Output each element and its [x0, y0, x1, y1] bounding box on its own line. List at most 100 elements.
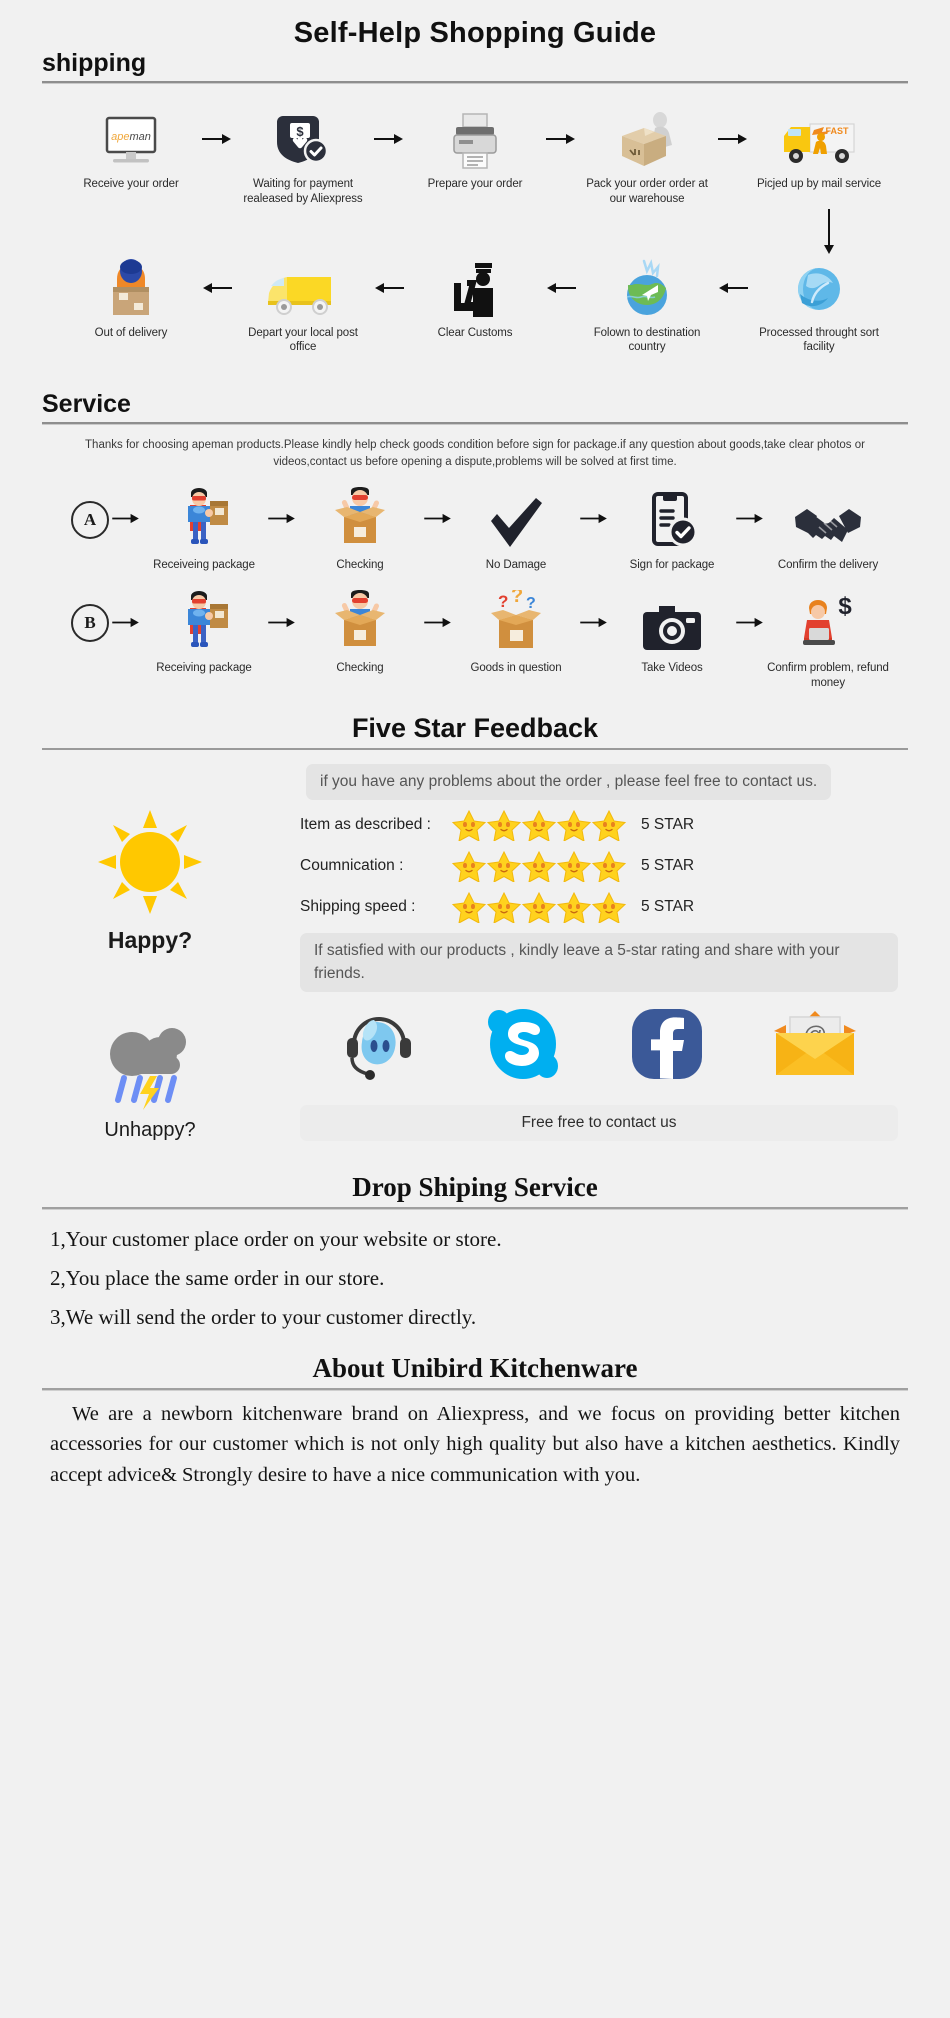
arrow-left-icon	[544, 257, 578, 319]
contact-icon-row: @	[300, 1006, 898, 1087]
arrow-right-icon	[421, 487, 455, 551]
service-step: $ Confirm problem, refund money	[767, 590, 889, 690]
hero-holding-package-icon	[174, 590, 234, 654]
row-badge-b: B	[71, 604, 109, 643]
rating-row: Shipping speed : 5 STAR	[300, 891, 898, 924]
shipping-heading: shipping	[42, 49, 147, 77]
arrow-left-icon	[372, 257, 406, 319]
courier-carrying-box-icon	[103, 257, 159, 319]
service-step: Sign for package	[611, 487, 733, 573]
step-label: Out of delivery	[94, 326, 168, 339]
service-step: Receiveing package	[143, 487, 265, 573]
step-label: Confirm problem, refund money	[767, 662, 889, 690]
shipping-step: Folown to destination country	[578, 257, 716, 355]
svg-text:$: $	[296, 124, 304, 139]
step-label: Folown to destination country	[593, 326, 701, 354]
dropshipping-section: Drop Shiping Service 1,Your customer pla…	[0, 1142, 950, 1337]
arrow-right-icon	[716, 108, 750, 170]
rating-label: Item as described :	[300, 816, 431, 834]
blue-globe-sort-icon	[790, 257, 848, 319]
step-label: Picjed up by mail service	[756, 178, 882, 191]
support-headset-chat-icon[interactable]	[340, 1006, 418, 1087]
satisfied-bubble: If satisfied with our products , kindly …	[300, 933, 898, 993]
shipping-step: FAST Picjed up by mail service	[750, 108, 888, 192]
step-label: Receive your order	[83, 178, 179, 191]
refund-person-dollar-icon: $	[795, 590, 861, 654]
shipping-step: $ Waiting for payment realeased by Aliex…	[234, 108, 372, 206]
step-label: Clear Customs	[437, 326, 513, 339]
step-label: Receiveing package	[153, 558, 255, 571]
hero-opening-box-icon	[330, 486, 390, 551]
arrow-right-icon	[109, 487, 143, 551]
shipping-step: Processed throught sort facility	[750, 257, 888, 355]
svg-text:$: $	[838, 594, 852, 620]
shipping-step: Clear Customs	[406, 257, 544, 341]
about-body: We are a newborn kitchenware brand on Al…	[50, 1403, 900, 1486]
contact-column: @ Free free to contact us	[300, 1006, 950, 1142]
happy-column: Happy?	[0, 764, 300, 992]
feedback-heading: Five Star Feedback	[351, 712, 599, 743]
unhappy-label: Unhappy?	[104, 1119, 196, 1142]
service-flow-row-b: B Receiving package Checking ? ? ? Goods…	[0, 572, 950, 690]
sun-icon	[96, 808, 204, 921]
service-step: Confirm the delivery	[767, 487, 889, 573]
step-label: Receiving package	[156, 662, 252, 675]
handshake-icon	[793, 487, 863, 551]
skype-icon[interactable]	[485, 1006, 561, 1087]
shipping-flow-row-2: Out of delivery Depart your local post o…	[0, 255, 950, 355]
service-step: Checking	[299, 486, 421, 573]
step-label: Sign for package	[629, 558, 715, 571]
contact-bubble-top: if you have any problems about the order…	[306, 763, 832, 801]
feedback-section-header: Five Star Feedback	[0, 691, 950, 750]
truck-fast-text: FAST	[825, 126, 849, 136]
step-label: Goods in question	[470, 662, 562, 675]
rating-label: Coumnication :	[300, 857, 404, 875]
arrow-right-icon	[733, 590, 767, 654]
arrow-right-icon	[200, 108, 234, 170]
dropshipping-list: 1,Your customer place order on your webs…	[0, 1210, 950, 1337]
svg-text:?: ?	[498, 592, 508, 611]
contact-us-button[interactable]: Free free to contact us	[300, 1105, 898, 1142]
row-badge-a: A	[71, 500, 109, 539]
svg-text:?: ?	[526, 595, 536, 612]
rating-value: 5 STAR	[641, 898, 695, 916]
arrow-right-icon	[265, 487, 299, 551]
step-label: Checking	[336, 662, 384, 675]
list-item: 3,We will send the order to your custome…	[50, 1305, 477, 1330]
step-label: Prepare your order	[427, 178, 523, 191]
shipping-step: Pack your order order at our warehouse	[578, 108, 716, 206]
email-envelope-icon[interactable]: @	[772, 1009, 858, 1084]
arrow-right-icon	[265, 590, 299, 654]
shipping-step: apeman Receive your order	[62, 108, 200, 192]
rating-label: Shipping speed :	[300, 898, 416, 916]
svg-text:apeman: apeman	[111, 131, 151, 143]
camera-icon	[641, 590, 703, 654]
fast-delivery-truck-icon: FAST	[780, 108, 858, 170]
feedback-unhappy-block: Unhappy? Free free to contact us	[0, 992, 950, 1142]
shipping-flow-row-1: apeman Receive your order $ Waiting for …	[0, 84, 950, 206]
about-heading: About Unibird Kitchenware	[312, 1353, 638, 1384]
service-flow-row-a: A Receiveing package Checking No Damage …	[0, 471, 950, 573]
shipping-step: Prepare your order	[406, 108, 544, 192]
shipping-step: Out of delivery	[62, 257, 200, 341]
step-label: Confirm the delivery	[777, 558, 879, 571]
list-item: 1,Your customer place order on your webs…	[50, 1227, 502, 1252]
signed-document-icon	[645, 487, 699, 551]
arrow-right-icon	[577, 487, 611, 551]
checkmark-icon	[487, 487, 545, 551]
star-rating	[452, 891, 628, 924]
rating-row: Item as described : 5 STAR	[300, 809, 898, 842]
service-step: ? ? ? Goods in question	[455, 590, 577, 676]
service-step: No Damage	[455, 487, 577, 573]
service-step: Receiving package	[143, 590, 265, 676]
shipping-step: Depart your local post office	[234, 257, 372, 355]
unhappy-column: Unhappy?	[0, 1006, 300, 1142]
step-label: Depart your local post office	[248, 326, 358, 354]
arrow-right-icon	[421, 590, 455, 654]
feedback-happy-block: Happy? if you have any problems about th…	[0, 750, 950, 993]
facebook-icon[interactable]	[629, 1006, 705, 1087]
hero-holding-package-icon	[174, 487, 234, 551]
page-title: Self-Help Shopping Guide	[293, 17, 657, 49]
star-rating	[452, 809, 628, 842]
service-step: Take Videos	[611, 590, 733, 676]
